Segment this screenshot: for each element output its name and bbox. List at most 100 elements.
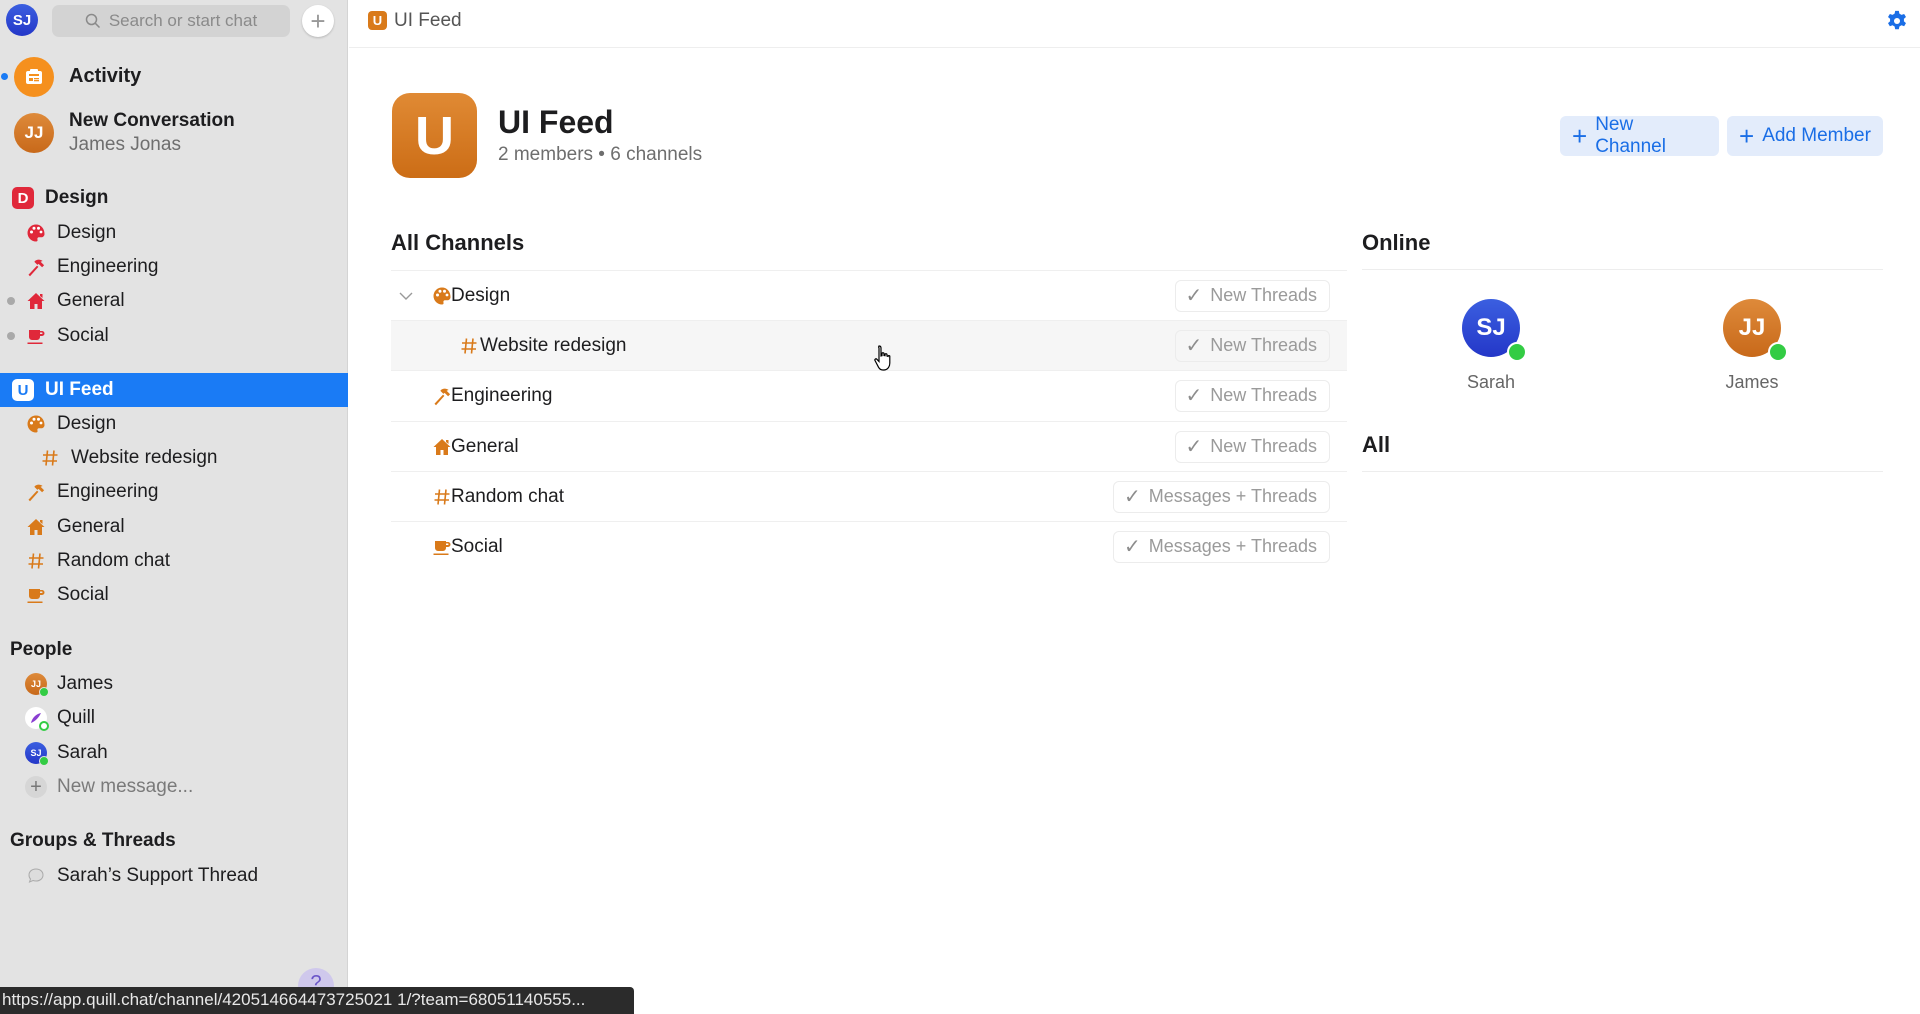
link-status-bar: https://app.quill.chat/channel/420514664… (0, 987, 634, 1014)
add-member-button[interactable]: + Add Member (1727, 116, 1883, 156)
hammer-icon (432, 386, 452, 406)
sidebar-item-engineering[interactable]: Engineering (0, 475, 348, 509)
conversation-subtitle: James Jonas (69, 134, 181, 155)
newspaper-icon (14, 57, 54, 97)
house-icon (26, 517, 46, 537)
sidebar-item-social[interactable]: Social (0, 319, 348, 353)
cup-icon (26, 326, 46, 346)
unread-dot (7, 297, 15, 305)
online-member-sarah[interactable]: SJ Sarah (1431, 298, 1551, 398)
gear-icon[interactable] (1886, 10, 1908, 32)
sidebar-item-social[interactable]: Social (0, 578, 348, 612)
new-message-button[interactable]: + New message... (0, 770, 348, 804)
team-avatar: U (392, 93, 477, 178)
team-icon: U (368, 11, 387, 30)
sidebar-item-engineering[interactable]: Engineering (0, 250, 348, 284)
activity-item[interactable]: Activity (0, 54, 348, 98)
search-icon (85, 13, 100, 29)
check-icon: ✓ (1123, 486, 1141, 508)
online-indicator (39, 687, 49, 697)
activity-label: Activity (69, 65, 142, 87)
notify-setting-button[interactable]: ✓ New Threads (1174, 379, 1330, 412)
hash-icon (459, 336, 479, 356)
new-chat-button[interactable]: + (302, 5, 334, 37)
check-icon: ✓ (1185, 335, 1203, 357)
plus-icon: + (1739, 121, 1755, 151)
online-indicator (1507, 342, 1527, 362)
header-title: UI Feed (394, 10, 462, 31)
top-header: U UI Feed (349, 0, 1920, 48)
group-icon: U (12, 379, 34, 401)
sidebar: SJ Search or start chat + Activity JJ Ne… (0, 0, 348, 1014)
hammer-icon (26, 257, 46, 277)
divider (1362, 471, 1883, 472)
group-icon: D (12, 187, 34, 209)
thread-item[interactable]: Sarah’s Support Thread (0, 859, 348, 893)
hammer-icon (26, 482, 46, 502)
conversation-title: New Conversation (69, 110, 235, 131)
hash-icon (432, 487, 452, 507)
sidebar-item-general[interactable]: General (0, 510, 348, 544)
group-ui-feed[interactable]: U UI Feed (0, 373, 348, 407)
plus-icon: + (25, 776, 47, 798)
threads-header: Groups & Threads (10, 830, 176, 851)
sidebar-item-general[interactable]: General (0, 284, 348, 318)
online-member-james[interactable]: JJ James (1692, 298, 1812, 398)
online-indicator (1768, 342, 1788, 362)
away-indicator (39, 721, 49, 731)
new-channel-button[interactable]: + New Channel (1560, 114, 1719, 157)
person-quill[interactable]: Quill (0, 701, 348, 735)
channel-row-general[interactable]: General ✓ New Threads (391, 421, 1347, 471)
all-heading: All (1362, 432, 1391, 457)
group-label: Design (45, 187, 109, 208)
unread-dot (7, 332, 15, 340)
sidebar-item-design[interactable]: Design (0, 407, 348, 441)
sidebar-item-design[interactable]: Design (0, 216, 348, 250)
person-sarah[interactable]: SJ Sarah (0, 736, 348, 770)
house-icon (26, 291, 46, 311)
group-design[interactable]: D Design (0, 181, 348, 215)
cup-icon (432, 537, 452, 557)
notify-setting-button[interactable]: ✓ New Threads (1174, 329, 1330, 362)
plus-icon: + (310, 5, 326, 36)
plus-icon: + (1572, 121, 1588, 151)
page-title: UI Feed (498, 104, 614, 140)
hash-icon (26, 551, 46, 571)
check-icon: ✓ (1123, 536, 1141, 558)
palette-icon (432, 286, 452, 306)
search-input[interactable]: Search or start chat (52, 5, 290, 37)
people-header: People (10, 639, 73, 660)
hash-icon (40, 448, 60, 468)
check-icon: ✓ (1185, 436, 1203, 458)
online-heading: Online (1362, 230, 1431, 255)
channel-row-social[interactable]: Social ✓ Messages + Threads (391, 521, 1347, 571)
notify-setting-button[interactable]: ✓ New Threads (1174, 279, 1330, 312)
team-subtitle: 2 members • 6 channels (498, 144, 703, 165)
notify-setting-button[interactable]: ✓ Messages + Threads (1112, 480, 1330, 513)
chevron-down-icon[interactable] (399, 291, 413, 301)
channel-row-design[interactable]: Design ✓ New Threads (391, 270, 1347, 320)
house-icon (432, 437, 452, 457)
conversation-item[interactable]: JJ New Conversation James Jonas (0, 108, 348, 160)
notify-setting-button[interactable]: ✓ New Threads (1174, 430, 1330, 463)
check-icon: ✓ (1185, 385, 1203, 407)
channels-heading: All Channels (391, 230, 525, 255)
channel-row-random-chat[interactable]: Random chat ✓ Messages + Threads (391, 471, 1347, 521)
divider (1362, 269, 1883, 270)
cup-icon (26, 585, 46, 605)
channel-row-engineering[interactable]: Engineering ✓ New Threads (391, 370, 1347, 420)
user-avatar[interactable]: SJ (6, 4, 38, 36)
notify-setting-button[interactable]: ✓ Messages + Threads (1112, 530, 1330, 563)
check-icon: ✓ (1185, 285, 1203, 307)
palette-icon (26, 223, 46, 243)
person-james[interactable]: JJ James (0, 667, 348, 701)
hand-cursor-icon (874, 345, 891, 371)
speech-bubble-icon (25, 865, 47, 887)
sidebar-item-random-chat[interactable]: Random chat (0, 544, 348, 578)
palette-icon (26, 414, 46, 434)
sidebar-item-website-redesign[interactable]: Website redesign (0, 441, 348, 475)
group-label: UI Feed (45, 379, 114, 400)
avatar: JJ (14, 113, 54, 153)
online-indicator (39, 756, 49, 766)
channel-row-website-redesign[interactable]: Website redesign ✓ New Threads (391, 320, 1347, 370)
